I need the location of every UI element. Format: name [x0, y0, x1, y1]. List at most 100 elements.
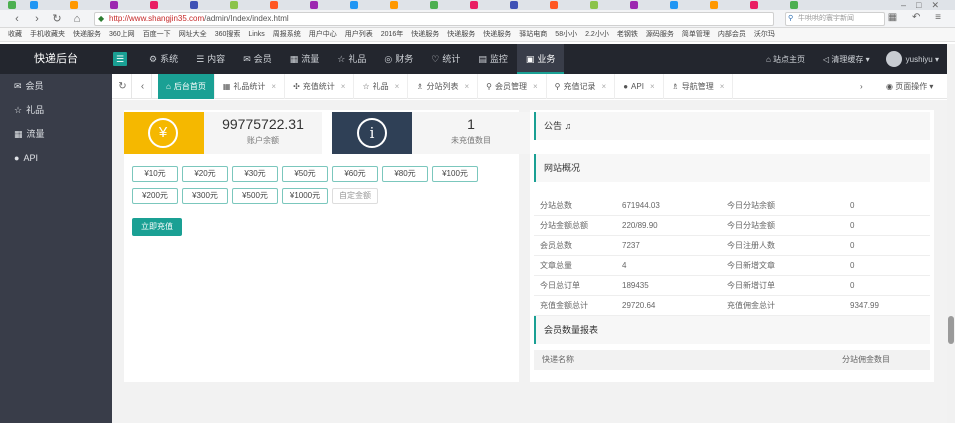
sidebar-item-2[interactable]: ▦ 流量 [0, 122, 112, 146]
bookmark-item[interactable]: 百度一下 [143, 28, 171, 41]
bookmark-item[interactable]: 网址大全 [179, 28, 207, 41]
topnav-item-6[interactable]: ♡ 统计 [422, 44, 469, 74]
bookmark-item[interactable]: 360搜索 [215, 28, 241, 41]
bookmark-item[interactable]: 收藏 [8, 28, 22, 41]
sidebar-item-0[interactable]: ✉ 会员 [0, 74, 112, 98]
scrollbar-thumb[interactable] [948, 316, 954, 344]
page-tab-2[interactable]: ✣ 充值统计 × [285, 74, 355, 99]
amount-option[interactable]: ¥1000元 [282, 188, 328, 204]
browser-tab-icon[interactable] [790, 1, 798, 9]
sidebar-item-1[interactable]: ☆ 礼品 [0, 98, 112, 122]
browser-tab-icon[interactable] [750, 1, 758, 9]
topnav-item-0[interactable]: ⚙ 系统 [140, 44, 187, 74]
bookmark-item[interactable]: 360上网 [109, 28, 135, 41]
bookmark-item[interactable]: 简单管理 [682, 28, 710, 41]
bookmark-item[interactable]: 用户中心 [309, 28, 337, 41]
browser-tab-icon[interactable] [550, 1, 558, 9]
close-icon[interactable]: × [650, 82, 655, 91]
browser-tab-icon[interactable] [670, 1, 678, 9]
close-icon[interactable]: × [341, 82, 346, 91]
bookmark-item[interactable]: 快递服务 [447, 28, 475, 41]
browser-tab-icon[interactable] [30, 1, 38, 9]
topnav-item-3[interactable]: ▦ 流量 [281, 44, 329, 74]
browser-tab-icon[interactable] [310, 1, 318, 9]
home-icon[interactable]: ⌂ [70, 12, 84, 26]
browser-tab-icon[interactable] [150, 1, 158, 9]
browser-tab-icon[interactable] [230, 1, 238, 9]
page-ops-menu[interactable]: ◉ 页面操作 ▾ [886, 74, 933, 99]
bookmark-item[interactable]: 驿站电商 [519, 28, 547, 41]
browser-search-input[interactable]: ⚲ 牛哄哄的寰宇新闻 [785, 12, 885, 26]
window-controls[interactable]: –□✕ [901, 0, 949, 10]
page-scrollbar[interactable] [947, 44, 955, 423]
topnav-item-4[interactable]: ☆ 礼品 [328, 44, 375, 74]
close-icon[interactable]: × [395, 82, 400, 91]
close-icon[interactable]: × [720, 82, 725, 91]
page-tab-8[interactable]: ♗ 导航管理 × [664, 74, 734, 99]
clear-cache-menu[interactable]: ◁ 清理缓存 ▾ [823, 54, 870, 65]
page-tab-6[interactable]: ⚲ 充值记录 × [547, 74, 616, 99]
browser-tab-icon[interactable] [8, 1, 16, 9]
scroll-right-icon[interactable]: › [860, 74, 863, 99]
back-icon[interactable]: ‹ [10, 12, 24, 26]
refresh-tab-icon[interactable]: ↻ [114, 74, 132, 99]
bookmark-item[interactable]: 内部会员 [718, 28, 746, 41]
bookmark-item[interactable]: 周报系统 [273, 28, 301, 41]
page-tab-5[interactable]: ⚲ 会员管理 × [478, 74, 547, 99]
scroll-left-icon[interactable]: ‹ [134, 74, 152, 99]
bookmark-item[interactable]: 2016年 [381, 28, 404, 41]
bookmark-item[interactable]: 手机收藏夹 [30, 28, 65, 41]
page-tab-4[interactable]: ♗ 分站列表 × [408, 74, 479, 99]
bookmark-item[interactable]: 快递服务 [73, 28, 101, 41]
amount-option[interactable]: ¥100元 [432, 166, 478, 182]
close-icon[interactable]: × [271, 82, 276, 91]
bookmark-item[interactable]: 58小小 [555, 28, 577, 41]
topnav-item-5[interactable]: ◎ 财务 [375, 44, 422, 74]
browser-tab-icon[interactable] [350, 1, 358, 9]
amount-option[interactable]: ¥200元 [132, 188, 178, 204]
topnav-item-1[interactable]: ☰ 内容 [187, 44, 234, 74]
recharge-button[interactable]: 立即充值 [132, 218, 182, 236]
browser-tab-icon[interactable] [430, 1, 438, 9]
page-tab-7[interactable]: ● API × [615, 74, 664, 99]
page-tab-3[interactable]: ☆ 礼品 × [354, 74, 409, 99]
amount-option[interactable]: ¥60元 [332, 166, 378, 182]
menu-toggle-icon[interactable]: ☰ [113, 52, 127, 66]
browser-tab-icon[interactable] [390, 1, 398, 9]
browser-tab-icon[interactable] [590, 1, 598, 9]
custom-amount-input[interactable]: 自定金额 [332, 188, 378, 204]
user-menu[interactable]: yushiyu ▾ [906, 55, 939, 64]
browser-menu-icons[interactable]: ▦ ↶ ≡ [888, 12, 947, 23]
browser-tab-icon[interactable] [470, 1, 478, 9]
bookmark-item[interactable]: 2.2小小 [585, 28, 609, 41]
amount-option[interactable]: ¥10元 [132, 166, 178, 182]
site-home-link[interactable]: ⌂ 站点主页 [766, 54, 805, 65]
bookmark-item[interactable]: 沃尔玛 [754, 28, 775, 41]
browser-tab-icon[interactable] [710, 1, 718, 9]
amount-option[interactable]: ¥300元 [182, 188, 228, 204]
bookmark-item[interactable]: 老钢铁 [617, 28, 638, 41]
amount-option[interactable]: ¥50元 [282, 166, 328, 182]
amount-option[interactable]: ¥30元 [232, 166, 278, 182]
browser-tab-icon[interactable] [270, 1, 278, 9]
close-icon[interactable]: × [602, 82, 607, 91]
bookmark-item[interactable]: 快递服务 [483, 28, 511, 41]
forward-icon[interactable]: › [30, 12, 44, 26]
browser-tab-icon[interactable] [70, 1, 78, 9]
sidebar-item-3[interactable]: ● API [0, 146, 112, 170]
page-tab-0[interactable]: ⌂ 后台首页 [158, 74, 215, 99]
bookmark-item[interactable]: 用户列表 [345, 28, 373, 41]
url-input[interactable]: ◆ http://www.shangjin35.com/admin/Index/… [94, 12, 774, 26]
topnav-item-7[interactable]: ▤ 监控 [469, 44, 517, 74]
close-icon[interactable]: × [464, 82, 469, 91]
browser-tab-icon[interactable] [510, 1, 518, 9]
reload-icon[interactable]: ↻ [50, 12, 64, 26]
avatar[interactable] [885, 51, 902, 67]
browser-tab-icon[interactable] [190, 1, 198, 9]
topnav-item-8[interactable]: ▣ 业务 [516, 44, 565, 74]
amount-option[interactable]: ¥20元 [182, 166, 228, 182]
browser-tab-icon[interactable] [110, 1, 118, 9]
bookmark-item[interactable]: Links [248, 28, 264, 41]
close-icon[interactable]: × [533, 82, 538, 91]
bookmark-item[interactable]: 源码服务 [646, 28, 674, 41]
